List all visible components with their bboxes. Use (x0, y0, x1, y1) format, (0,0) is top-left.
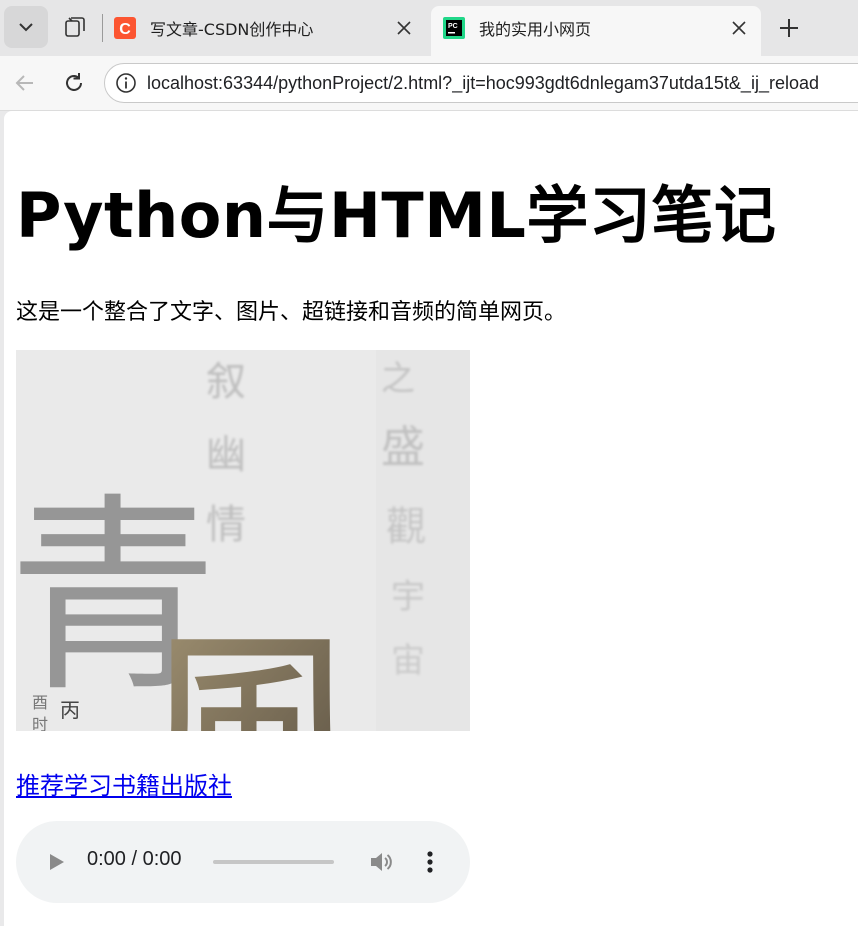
chevron-down-icon (19, 23, 33, 32)
page-title: Python与HTML学习笔记 (16, 179, 777, 252)
audio-time: 0:00 / 0:00 (87, 848, 182, 870)
pycharm-logo-icon: PC (443, 17, 465, 39)
collections-button[interactable] (58, 8, 92, 46)
tab-strip: C 写文章-CSDN创作中心 PC 我的实用小网页 (0, 0, 858, 56)
glyph-text: 風 (136, 608, 366, 731)
tab-separator (102, 14, 103, 42)
glyph-text: 之 (381, 359, 415, 399)
tab-title: 我的实用小网页 (479, 20, 592, 39)
intro-paragraph: 这是一个整合了文字、图片、超链接和音频的简单网页。 (16, 300, 567, 325)
info-icon[interactable] (115, 72, 137, 94)
browser-toolbar: localhost:63344/pythonProject/2.html?_ij… (0, 56, 858, 111)
url-text: localhost:63344/pythonProject/2.html?_ij… (147, 72, 819, 93)
collections-icon (65, 17, 85, 37)
page-viewport: Python与HTML学习笔记 这是一个整合了文字、图片、超链接和音频的简单网页… (4, 111, 858, 926)
svg-text:C: C (119, 21, 131, 38)
back-arrow-icon (15, 75, 33, 91)
csdn-logo-icon: C (114, 17, 136, 39)
calligraphy-image: 叙 幽 情 之 盛 觀 宇 宙 青 風 丙 酉 时 (16, 350, 470, 731)
close-icon (732, 21, 746, 35)
tab-close-button[interactable] (390, 14, 418, 42)
publisher-link[interactable]: 推荐学习书籍出版社 (16, 766, 232, 801)
glyph-text: 觀 (386, 504, 426, 550)
tab-actions-menu-button[interactable] (4, 6, 48, 48)
address-bar[interactable]: localhost:63344/pythonProject/2.html?_ij… (104, 63, 858, 103)
audio-player[interactable]: 0:00 / 0:00 (16, 821, 470, 903)
back-button[interactable] (8, 66, 42, 100)
new-tab-button[interactable] (770, 10, 808, 46)
tab-close-button[interactable] (725, 14, 753, 42)
more-options-icon[interactable] (420, 849, 440, 875)
reload-button[interactable] (57, 66, 91, 100)
tab-csdn[interactable]: C 写文章-CSDN创作中心 (108, 6, 426, 50)
tab-my-webpage[interactable]: PC 我的实用小网页 (431, 6, 761, 56)
play-icon[interactable] (44, 850, 68, 874)
glyph-text: 时 (32, 715, 48, 731)
close-icon (397, 21, 411, 35)
audio-seek-bar[interactable] (213, 860, 334, 864)
plus-icon (780, 19, 798, 37)
tab-title: 写文章-CSDN创作中心 (150, 20, 314, 39)
glyph-text: 丙 (60, 698, 80, 722)
svg-text:PC: PC (448, 23, 458, 30)
glyph-text: 叙 (206, 359, 246, 405)
calligraphy-artwork: 叙 幽 情 之 盛 觀 宇 宙 青 風 丙 酉 时 (16, 350, 470, 731)
glyph-text: 酉 (32, 693, 48, 712)
volume-icon[interactable] (368, 849, 394, 875)
glyph-text: 宇 (391, 577, 425, 617)
reload-icon (66, 73, 82, 91)
glyph-text: 幽 (206, 432, 246, 478)
glyph-text: 宙 (391, 641, 425, 681)
glyph-text: 盛 (381, 422, 425, 473)
